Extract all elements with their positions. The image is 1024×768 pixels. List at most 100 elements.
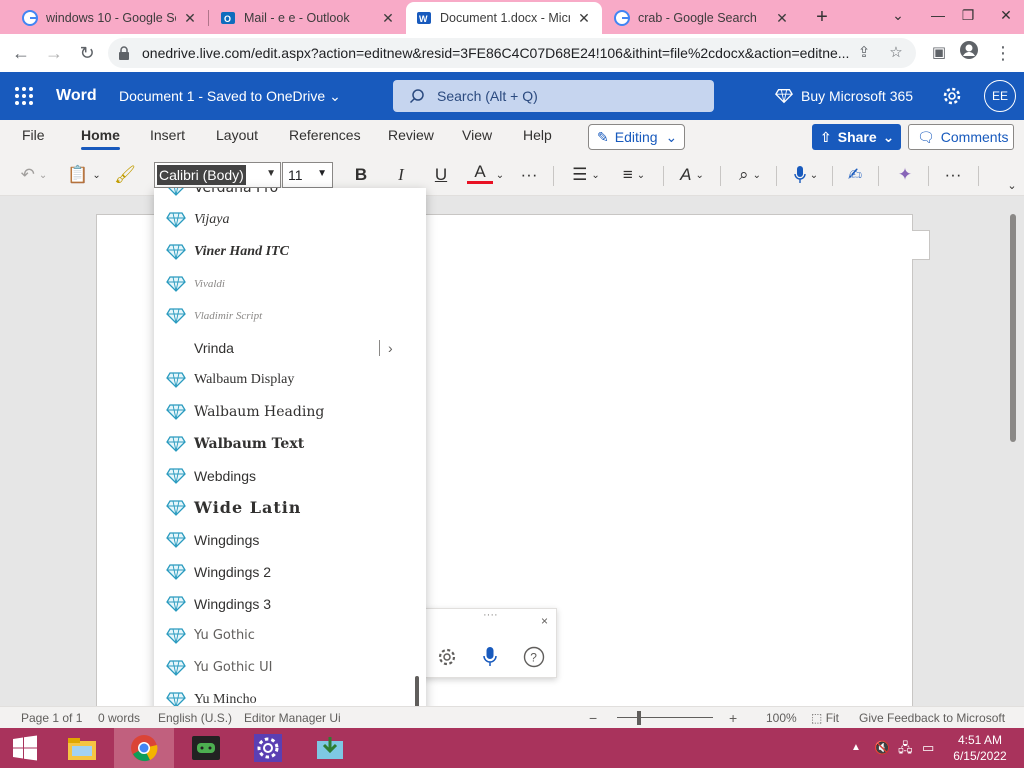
- forward-arrow-icon[interactable]: →: [41, 40, 67, 66]
- font-option[interactable]: Wingdings: [154, 524, 426, 556]
- bullets-icon[interactable]: ☰ ⌄: [566, 162, 606, 188]
- share-page-icon[interactable]: ⇪: [854, 43, 874, 63]
- comments-button[interactable]: 🗨 Comments: [908, 124, 1014, 150]
- dictate-mic-icon[interactable]: ⌄: [786, 162, 826, 188]
- kebab-menu-icon[interactable]: ⋮: [990, 40, 1016, 66]
- chevron-down-icon[interactable]: ▼: [317, 168, 327, 179]
- settings-app-icon[interactable]: [238, 728, 298, 768]
- settings-gear-icon[interactable]: [942, 86, 962, 106]
- close-tab-icon[interactable]: ✕: [380, 10, 396, 27]
- windows-start-icon[interactable]: [0, 728, 50, 768]
- tray-chevron-up-icon[interactable]: ▲: [851, 728, 861, 768]
- zoom-out-button[interactable]: −: [589, 707, 597, 729]
- clipboard-icon[interactable]: 📋 ⌄: [64, 162, 104, 188]
- vertical-scrollbar[interactable]: [1010, 214, 1016, 442]
- settings-gear-icon[interactable]: [435, 645, 459, 669]
- tab-help[interactable]: Help: [523, 120, 552, 150]
- app-launcher-icon[interactable]: [14, 86, 34, 106]
- chevron-down-icon[interactable]: ⌄: [493, 162, 507, 188]
- profile-icon[interactable]: [956, 40, 982, 66]
- close-tab-icon[interactable]: ✕: [774, 10, 790, 27]
- font-option[interactable]: Vijaya: [154, 204, 426, 236]
- editor-icon[interactable]: ✍: [842, 162, 868, 188]
- font-option[interactable]: Wingdings 3: [154, 588, 426, 620]
- font-size-value[interactable]: 11: [288, 163, 303, 187]
- tab-references[interactable]: References: [289, 120, 361, 150]
- speaker-muted-icon[interactable]: 🔇: [874, 728, 890, 768]
- bold-button[interactable]: B: [349, 162, 373, 188]
- page-count[interactable]: Page 1 of 1: [21, 707, 82, 729]
- close-tab-icon[interactable]: ✕: [576, 10, 592, 27]
- font-option[interactable]: Verdana Pro: [154, 188, 426, 204]
- game-controller-app-icon[interactable]: [176, 728, 236, 768]
- new-tab-plus-icon[interactable]: +: [810, 5, 834, 29]
- search-box[interactable]: Search (Alt + Q): [393, 80, 714, 112]
- zoom-in-button[interactable]: +: [729, 707, 737, 729]
- font-option[interactable]: Webdings: [154, 460, 426, 492]
- chrome-icon[interactable]: [114, 728, 174, 768]
- microphone-icon[interactable]: [478, 645, 502, 669]
- zoom-slider-track[interactable]: [617, 717, 713, 718]
- undo-icon[interactable]: ↶ ⌄: [14, 162, 54, 188]
- font-option[interactable]: Yu Gothic: [154, 620, 426, 652]
- overflow-menu-icon[interactable]: ···: [940, 162, 966, 188]
- buy-microsoft-365-button[interactable]: Buy Microsoft 365: [775, 72, 913, 120]
- close-icon[interactable]: ×: [541, 614, 548, 628]
- back-arrow-icon[interactable]: ←: [8, 40, 34, 66]
- font-option[interactable]: Wide Latin: [154, 492, 426, 524]
- avatar[interactable]: EE: [984, 80, 1016, 112]
- system-clock[interactable]: 4:51 AM 6/15/2022: [950, 732, 1010, 764]
- tab-insert[interactable]: Insert: [150, 120, 185, 150]
- browser-tab-word[interactable]: W Document 1.docx - Microsoft Word Onlin…: [406, 2, 602, 34]
- bookmark-star-icon[interactable]: ☆: [886, 43, 906, 63]
- language-status[interactable]: English (U.S.): [158, 707, 232, 729]
- tab-review[interactable]: Review: [388, 120, 434, 150]
- help-question-icon[interactable]: ?: [522, 645, 546, 669]
- close-window-icon[interactable]: ✕: [984, 0, 1024, 34]
- font-option[interactable]: Vladimir Script: [154, 300, 426, 332]
- format-painter-icon[interactable]: 🖌: [112, 162, 138, 188]
- italic-button[interactable]: I: [389, 162, 413, 188]
- font-option[interactable]: Walbaum Heading: [154, 396, 426, 428]
- designer-wand-icon[interactable]: ✦: [892, 162, 918, 188]
- chevron-right-icon[interactable]: ›: [388, 332, 393, 364]
- browser-tab-crab[interactable]: crab - Google Search ✕: [604, 2, 800, 34]
- tab-view[interactable]: View: [462, 120, 492, 150]
- zoom-level[interactable]: 100%: [766, 707, 797, 729]
- font-size-dropdown[interactable]: 11 ▼: [282, 162, 333, 188]
- chevron-down-icon[interactable]: ▼: [266, 168, 276, 179]
- tab-file[interactable]: File: [22, 120, 45, 150]
- fit-button[interactable]: ⬚ Fit: [811, 707, 839, 729]
- side-panel-icon[interactable]: ▣: [926, 40, 952, 66]
- find-icon[interactable]: ⌕ ⌄: [730, 162, 770, 188]
- drag-handle[interactable]: ····: [483, 609, 498, 621]
- styles-icon[interactable]: A ⌄: [672, 162, 712, 188]
- chevron-down-icon[interactable]: ⌄: [876, 0, 920, 34]
- url-text[interactable]: onedrive.live.com/edit.aspx?action=editn…: [142, 38, 852, 68]
- app-name[interactable]: Word: [56, 72, 97, 120]
- battery-icon[interactable]: ▭: [922, 728, 934, 768]
- font-option[interactable]: Walbaum Text: [154, 428, 426, 460]
- download-app-icon[interactable]: [300, 728, 360, 768]
- editor-status[interactable]: Editor Manager Ui: [244, 707, 341, 729]
- zoom-slider-thumb[interactable]: [637, 711, 641, 725]
- align-icon[interactable]: ≡ ⌄: [614, 162, 654, 188]
- document-title[interactable]: Document 1 - Saved to OneDrive ⌄: [119, 72, 341, 120]
- reload-icon[interactable]: ↻: [74, 40, 100, 66]
- font-option[interactable]: Vivaldi: [154, 268, 426, 300]
- font-option[interactable]: Viner Hand ITC: [154, 236, 426, 268]
- word-count[interactable]: 0 words: [98, 707, 140, 729]
- underline-button[interactable]: U: [429, 162, 453, 188]
- url-omnibox[interactable]: onedrive.live.com/edit.aspx?action=editn…: [108, 38, 916, 68]
- editing-mode-button[interactable]: ✎ Editing ⌄: [588, 124, 685, 150]
- more-font-options-icon[interactable]: ···: [516, 162, 542, 188]
- font-option[interactable]: Walbaum Display: [154, 364, 426, 396]
- chevron-down-icon[interactable]: ⌄: [1004, 172, 1020, 198]
- share-button[interactable]: ⇧ Share ⌄: [812, 124, 901, 150]
- font-name-dropdown[interactable]: Calibri (Body) ▼: [154, 162, 281, 188]
- font-name-value[interactable]: Calibri (Body): [157, 165, 246, 185]
- network-icon[interactable]: 🖧: [898, 728, 913, 768]
- tab-home[interactable]: Home: [81, 120, 120, 150]
- font-option[interactable]: Vrinda ›: [154, 332, 426, 364]
- font-option[interactable]: Yu Gothic UI: [154, 652, 426, 684]
